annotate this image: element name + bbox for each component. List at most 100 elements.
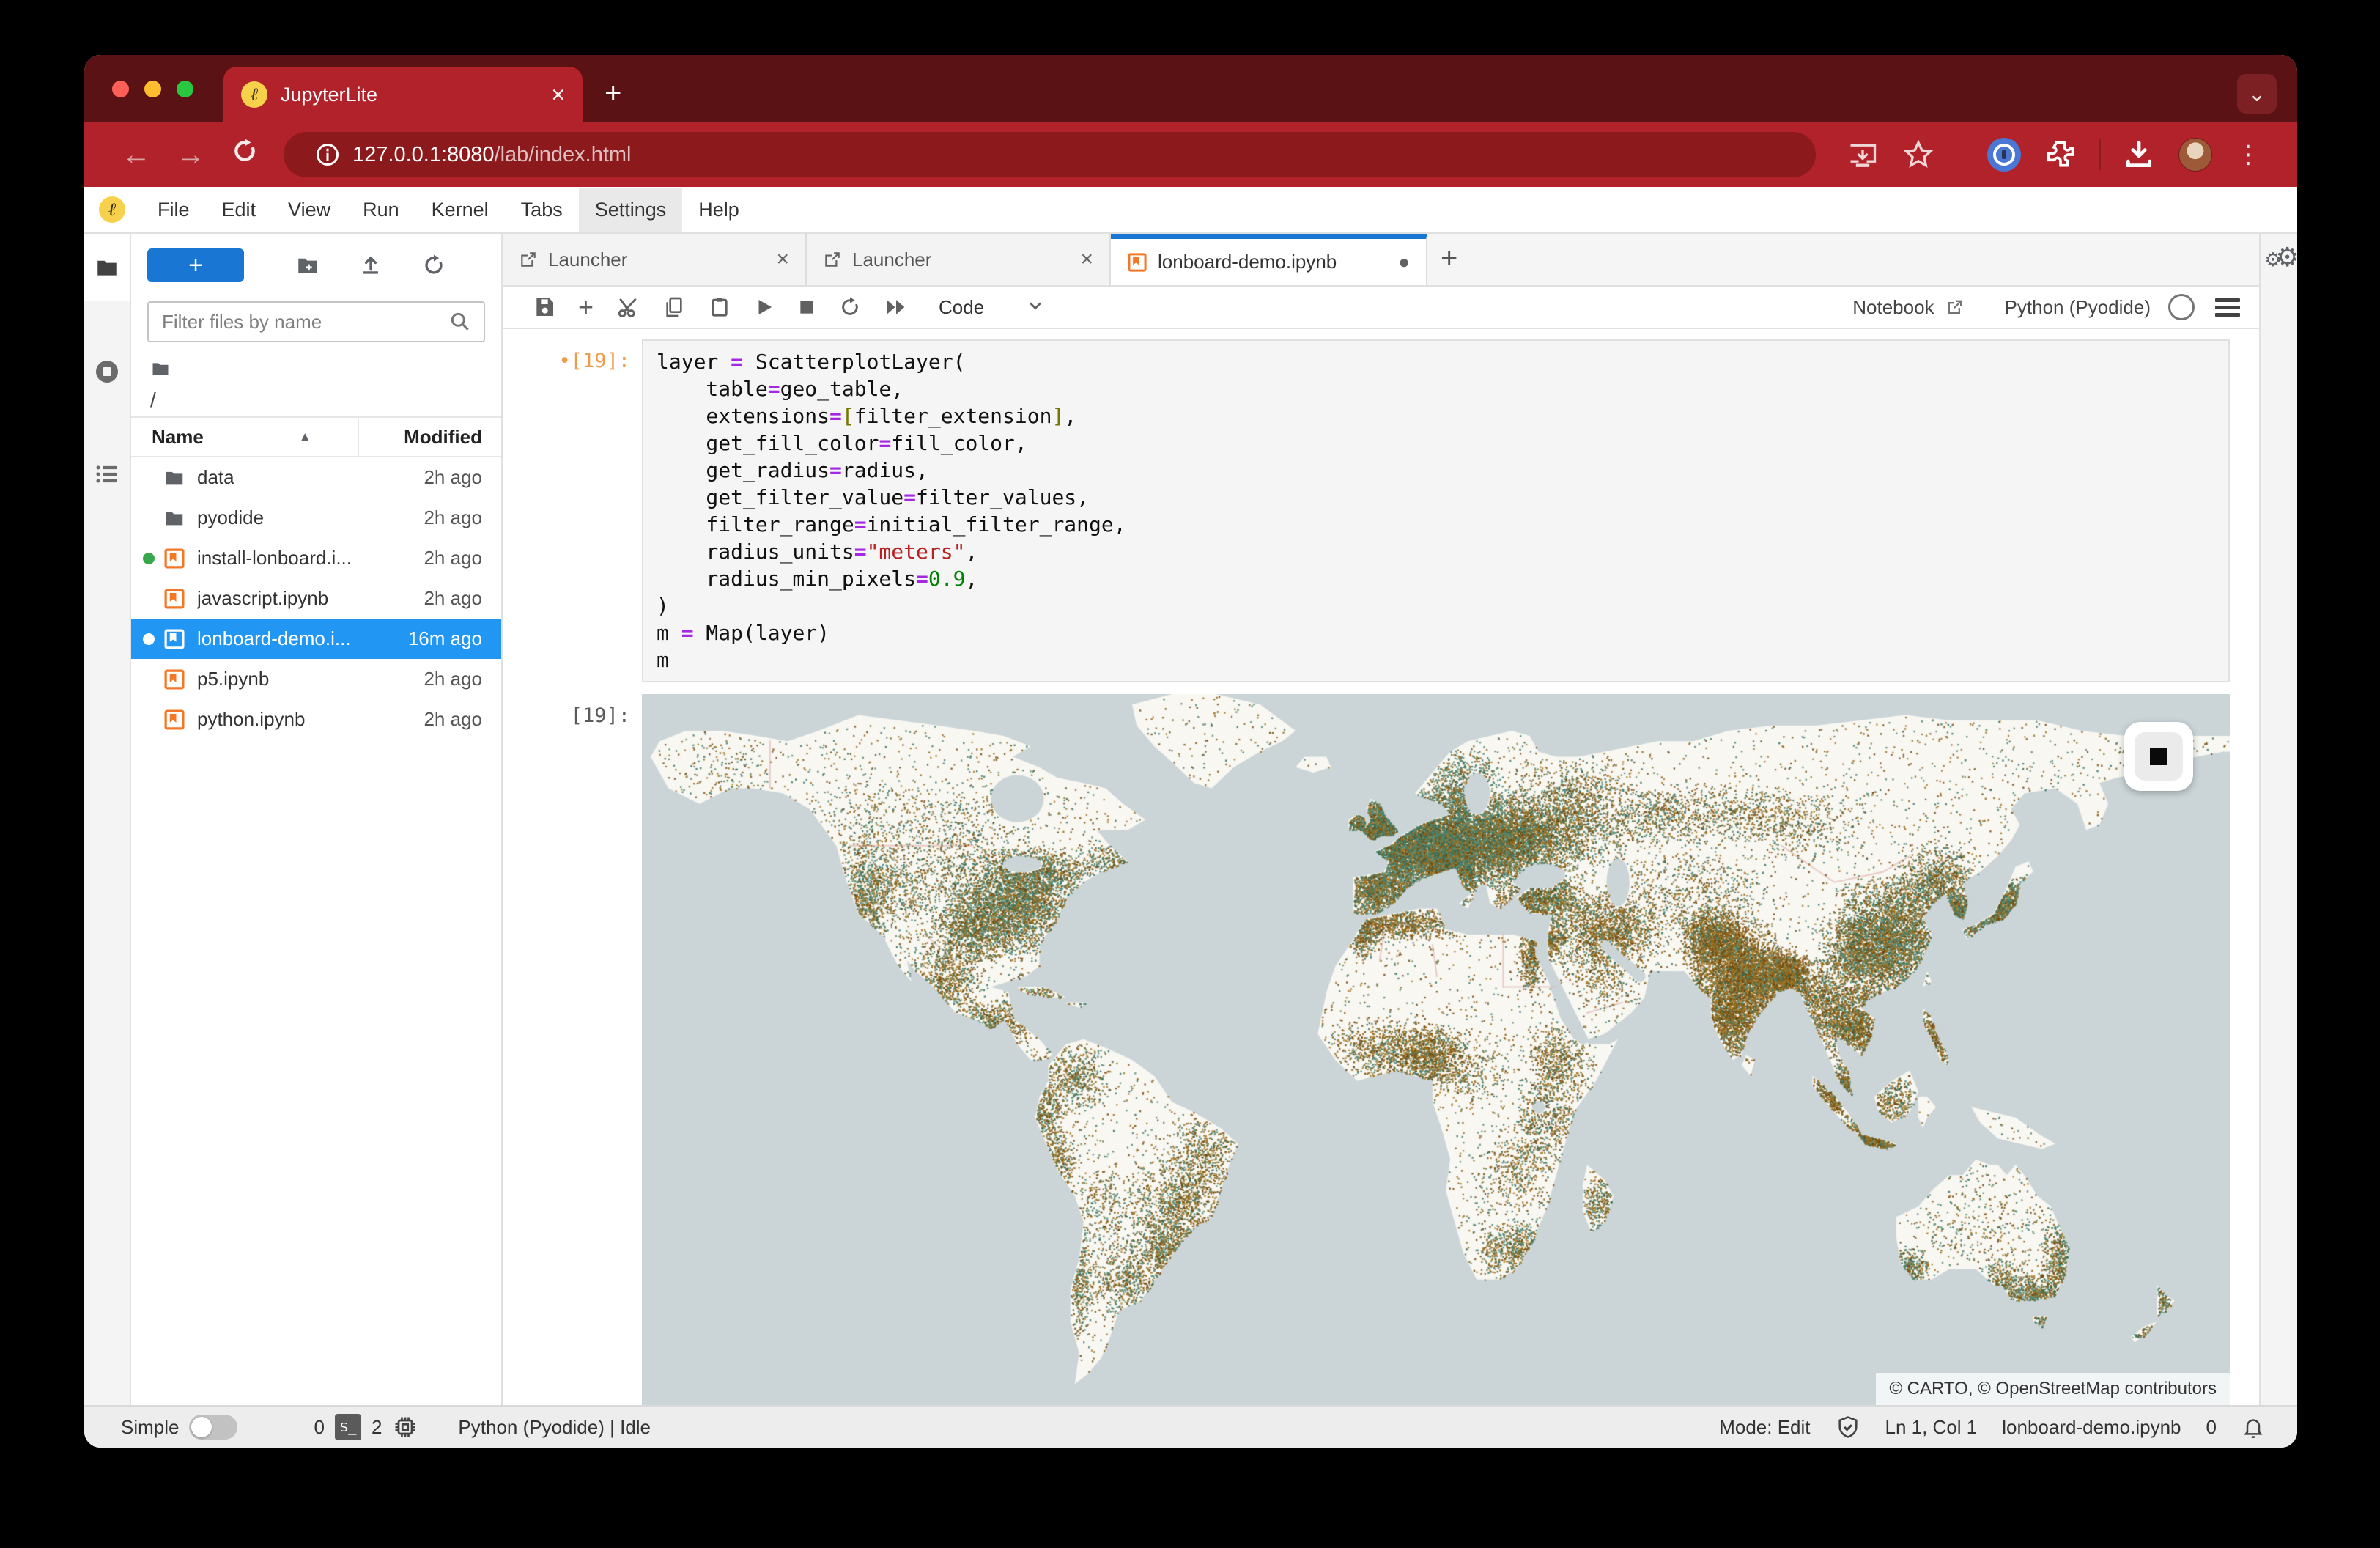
insert-cell-button[interactable]: + <box>578 292 594 322</box>
file-row-data[interactable]: data 2h ago <box>131 457 501 498</box>
restart-run-all-button[interactable] <box>884 295 909 320</box>
toolbar-overflow-icon[interactable] <box>2215 298 2240 317</box>
new-launcher-button[interactable]: + <box>147 248 244 282</box>
lonboard-map-output[interactable]: © CARTO, © OpenStreetMap contributors <box>642 694 2230 1405</box>
cell-type-select[interactable]: Code <box>939 296 984 319</box>
simple-mode-toggle[interactable] <box>189 1415 238 1440</box>
kernel-status-icon[interactable] <box>2168 294 2195 320</box>
table-of-contents-tab[interactable] <box>84 441 130 508</box>
file-row-pyodide[interactable]: pyodide 2h ago <box>131 498 501 538</box>
map-attribution[interactable]: © CARTO, © OpenStreetMap contributors <box>1876 1373 2230 1405</box>
cell-type-chevron-icon[interactable] <box>1025 295 1046 320</box>
code-line: m = Map(layer) <box>657 621 830 645</box>
cut-cells-button[interactable] <box>616 295 640 320</box>
browser-tab[interactable]: ℓ JupyterLite × <box>223 67 583 122</box>
tab-search-chevron-icon[interactable]: ⌄ <box>2237 74 2277 114</box>
menu-help[interactable]: Help <box>682 188 755 232</box>
unsaved-changes-dot[interactable]: ● <box>1398 251 1410 273</box>
close-tab-icon[interactable]: × <box>776 247 789 272</box>
new-folder-icon[interactable] <box>295 253 320 278</box>
upload-icon[interactable] <box>358 253 383 278</box>
breadcrumb-path[interactable]: / <box>150 388 484 412</box>
filter-files-input[interactable] <box>160 309 448 334</box>
code-line: radius_min_pixels=0.9, <box>657 567 978 591</box>
file-row-javascript-ipynb[interactable]: javascript.ipynb 2h ago <box>131 578 501 619</box>
new-tab-button[interactable]: + <box>605 77 621 110</box>
property-inspector-gears-icon[interactable]: ⚙⚙ <box>2264 244 2297 1405</box>
file-modified: 2h ago <box>424 547 482 569</box>
close-tab-icon[interactable]: × <box>1080 247 1093 272</box>
profile-avatar[interactable] <box>2178 138 2212 172</box>
close-window-button[interactable] <box>112 81 129 97</box>
minimize-window-button[interactable] <box>144 81 161 97</box>
menu-file[interactable]: File <box>141 188 206 232</box>
run-cell-button[interactable] <box>753 296 775 318</box>
file-row-p5-ipynb[interactable]: p5.ipynb 2h ago <box>131 659 501 699</box>
kernel-status-text[interactable]: Python (Pyodide) | Idle <box>458 1416 651 1439</box>
window-controls <box>112 81 193 97</box>
address-bar[interactable]: 127.0.0.1:8080/lab/index.html <box>284 132 1816 177</box>
menu-settings[interactable]: Settings <box>578 188 683 232</box>
interrupt-kernel-button[interactable] <box>797 298 816 317</box>
doc-tab-lonboard-demo-ipynb-2[interactable]: lonboard-demo.ipynb ● <box>1111 234 1427 285</box>
file-browser-tab[interactable] <box>84 234 130 301</box>
open-external-icon[interactable] <box>1945 297 1965 317</box>
paste-cells-button[interactable] <box>708 295 731 319</box>
cursor-position[interactable]: Ln 1, Col 1 <box>1885 1416 1978 1439</box>
forward-icon[interactable]: → <box>176 139 205 172</box>
zoom-window-button[interactable] <box>177 81 193 97</box>
column-modified[interactable]: Modified <box>372 426 501 449</box>
menu-kernel[interactable]: Kernel <box>415 188 505 232</box>
doc-tab-Launcher-0[interactable]: Launcher × <box>503 234 807 285</box>
statusbar-filename[interactable]: lonboard-demo.ipynb <box>2002 1416 2181 1439</box>
browser-tab-title: JupyterLite <box>281 83 378 106</box>
filter-files-box[interactable] <box>147 301 485 342</box>
home-folder-icon[interactable] <box>150 358 171 379</box>
menu-run[interactable]: Run <box>347 188 415 232</box>
kernel-count[interactable]: 2 <box>372 1416 382 1439</box>
site-info-icon[interactable] <box>314 141 341 168</box>
column-name[interactable]: Name ▲ <box>131 426 358 449</box>
code-line: m <box>657 648 669 672</box>
mode-indicator[interactable]: Mode: Edit <box>1719 1416 1810 1439</box>
menu-view[interactable]: View <box>272 188 347 232</box>
save-button[interactable] <box>533 295 556 319</box>
file-row-python-ipynb[interactable]: python.ipynb 2h ago <box>131 699 501 740</box>
file-row-lonboard-demo-i-[interactable]: lonboard-demo.i... 16m ago <box>131 619 501 659</box>
copy-cells-button[interactable] <box>662 295 686 319</box>
menu-edit[interactable]: Edit <box>206 188 273 232</box>
world-scatter-map[interactable] <box>642 694 2230 1405</box>
terminal-count[interactable]: 0 <box>314 1416 324 1439</box>
map-fullscreen-button[interactable] <box>2124 722 2193 791</box>
refresh-file-list-icon[interactable] <box>421 253 446 278</box>
browser-menu-kebab-icon[interactable]: ⋮ <box>2236 140 2261 169</box>
code-editor[interactable]: layer = ScatterplotLayer( table=geo_tabl… <box>642 339 2230 682</box>
code-cell[interactable]: •[19]: layer = ScatterplotLayer( table=g… <box>503 339 2230 682</box>
file-row-install-lonboard-i-[interactable]: install-lonboard.i... 2h ago <box>131 538 501 578</box>
kernel-name[interactable]: Python (Pyodide) <box>2005 296 2151 319</box>
doc-tab-Launcher-1[interactable]: Launcher × <box>807 234 1111 285</box>
code-line: filter_range=initial_filter_range, <box>657 512 1126 537</box>
back-icon[interactable]: ← <box>122 139 151 172</box>
extensions-puzzle-icon[interactable] <box>2044 139 2077 171</box>
tab-close-icon[interactable]: × <box>551 81 565 108</box>
bell-icon[interactable] <box>2242 1415 2265 1439</box>
notification-count[interactable]: 0 <box>2206 1416 2217 1439</box>
bookmark-star-icon[interactable] <box>1902 139 1934 171</box>
menu-tabs[interactable]: Tabs <box>505 188 579 232</box>
new-doc-tab-button[interactable]: + <box>1441 242 1457 275</box>
kernel-running-dot <box>143 633 155 645</box>
sort-ascending-icon: ▲ <box>298 430 311 443</box>
code-line: get_fill_color=fill_color, <box>657 431 1027 455</box>
running-sessions-tab[interactable] <box>84 338 130 405</box>
trusted-shield-icon[interactable] <box>1836 1415 1860 1440</box>
downloads-icon[interactable] <box>2123 139 2155 171</box>
save-to-device-icon[interactable] <box>1847 139 1879 171</box>
restart-kernel-button[interactable] <box>838 295 862 319</box>
output-cell: [19]: © CARTO, © OpenStreetMap contribut… <box>503 694 2230 1405</box>
notebook-scroll-area[interactable]: •[19]: layer = ScatterplotLayer( table=g… <box>503 329 2259 1405</box>
file-modified: 2h ago <box>424 506 482 528</box>
password-manager-extension-icon[interactable] <box>1987 138 2021 172</box>
reload-icon[interactable] <box>230 136 259 173</box>
left-activity-bar <box>84 234 131 1405</box>
